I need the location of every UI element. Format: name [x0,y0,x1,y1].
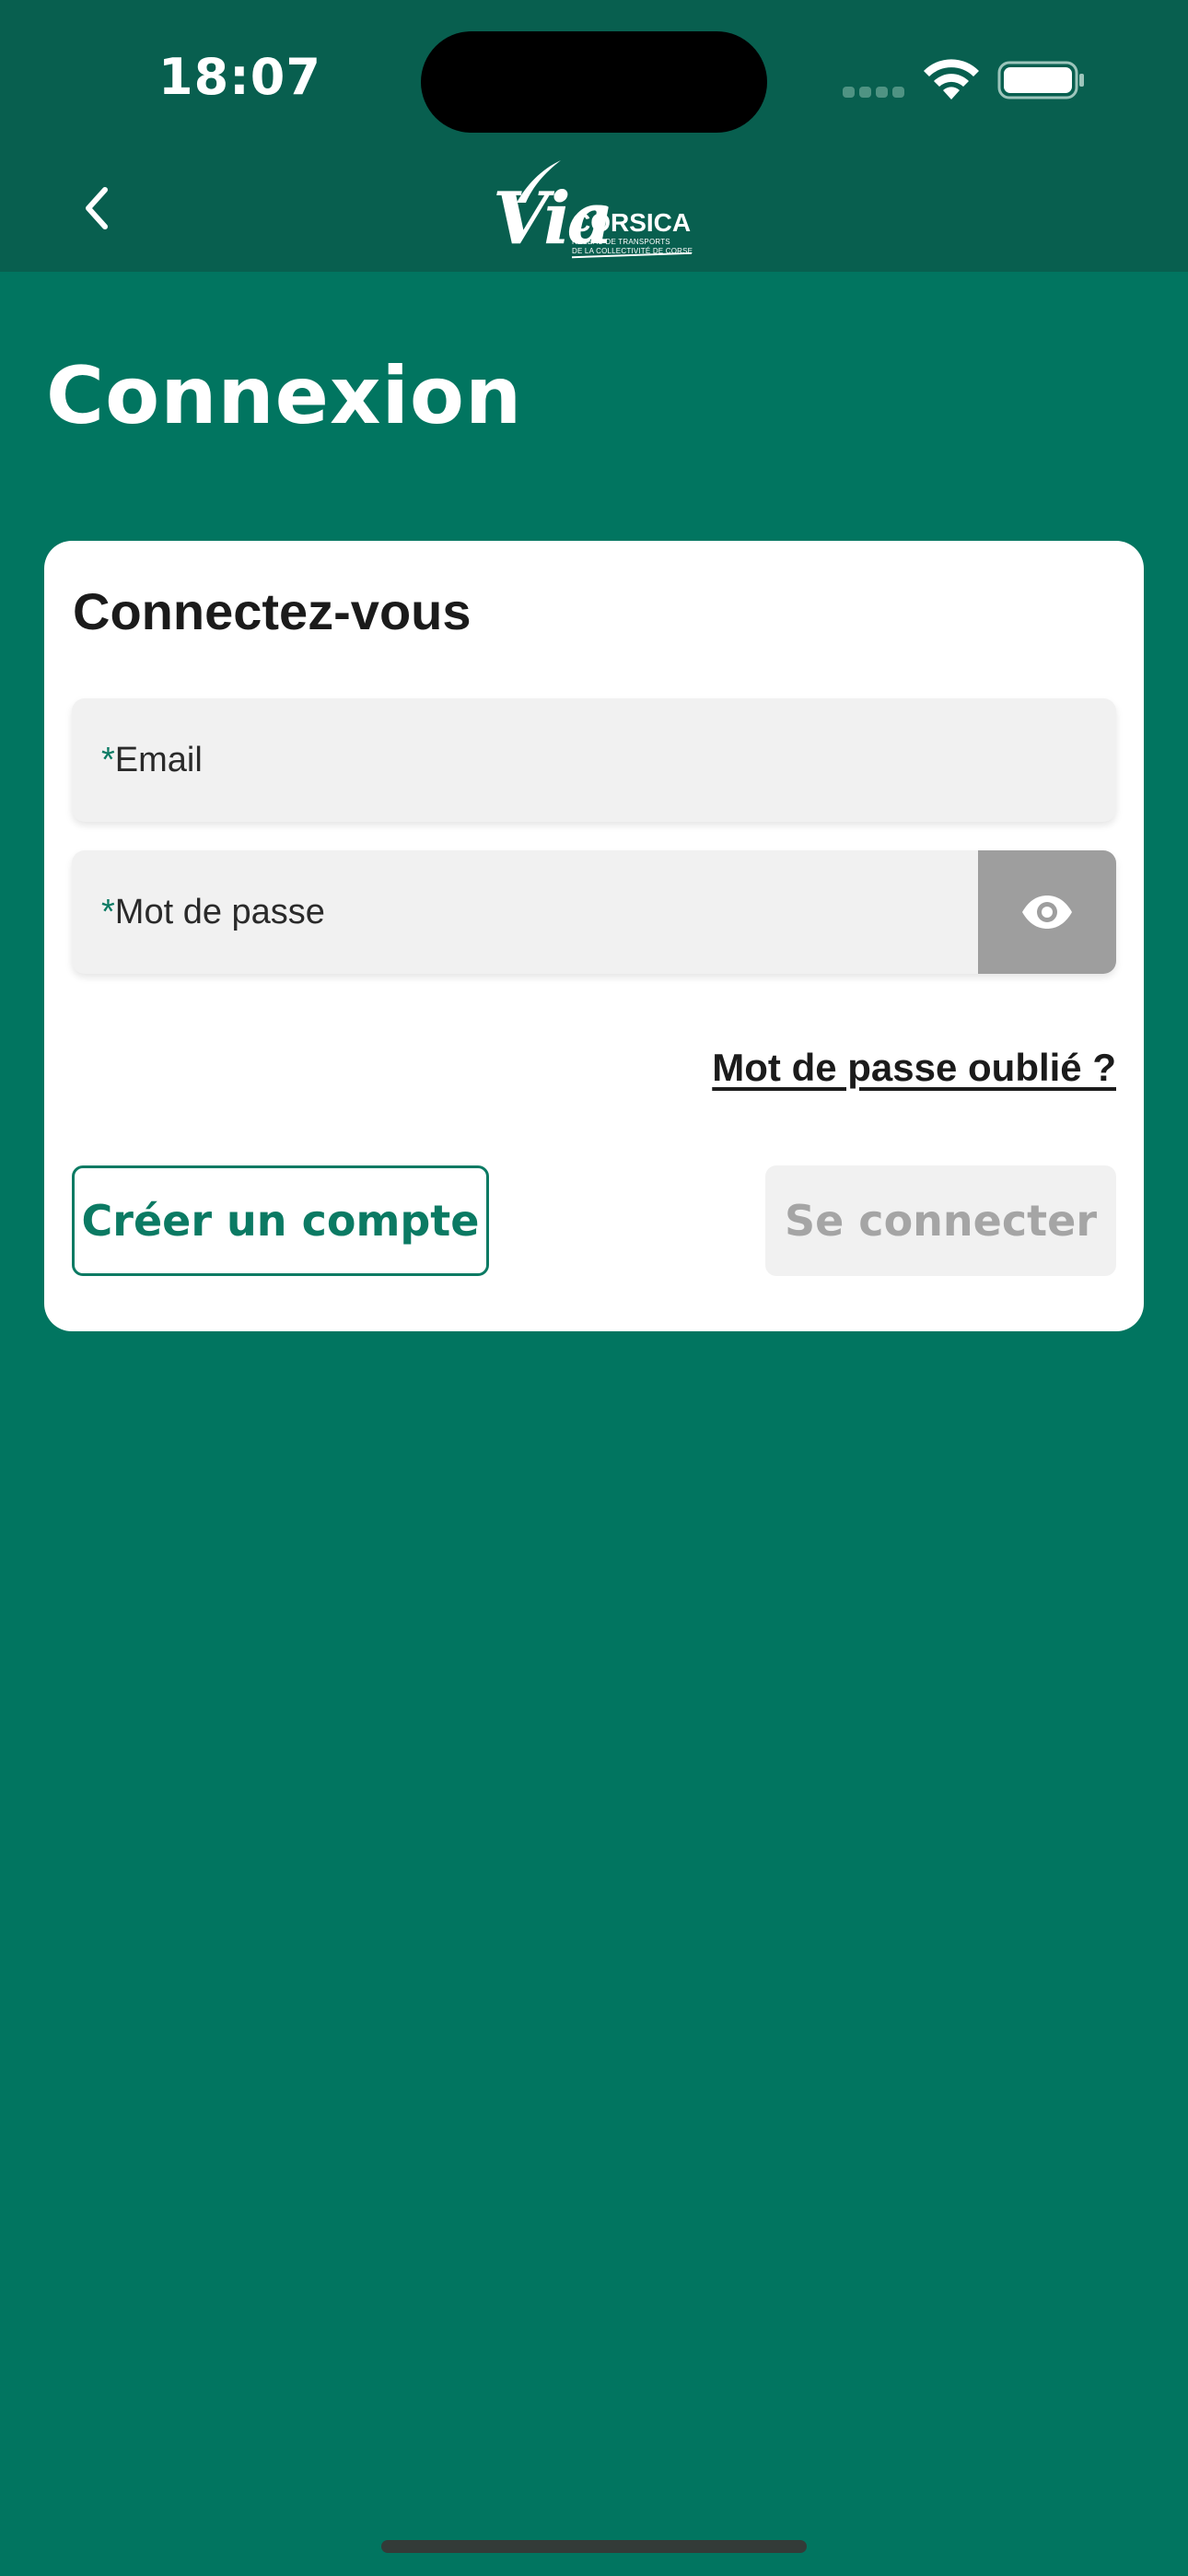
email-field[interactable]: * Email [72,698,1116,822]
eye-icon [1022,896,1072,929]
password-field[interactable]: * Mot de passe [72,850,1116,974]
chevron-left-icon [86,187,108,229]
via-corsica-logo: Via CORSICA RÉSEAU DE TRANSPORTS DE LA C… [493,158,695,261]
create-account-button[interactable]: Créer un compte [72,1165,489,1276]
back-button[interactable] [74,181,120,236]
cellular-signal-icon [843,87,907,98]
card-title: Connectez-vous [73,582,472,640]
login-card: Connectez-vous * Email * Mot de passe Mot … [44,541,1144,1331]
status-time: 18:07 [158,48,321,106]
wifi-icon [924,59,979,100]
dynamic-island [421,31,767,133]
forgot-password-link[interactable]: Mot de passe oublié ? [712,1046,1116,1090]
show-password-button[interactable] [978,850,1116,974]
battery-icon [997,61,1084,100]
login-button[interactable]: Se connecter [765,1165,1116,1276]
home-indicator[interactable] [381,2540,807,2553]
logo-brand: CORSICA [572,208,692,237]
app-header: 18:07 Via CORSICA RÉSEAU DE TRANSPORTS D… [0,0,1188,272]
page-title: Connexion [46,350,523,442]
